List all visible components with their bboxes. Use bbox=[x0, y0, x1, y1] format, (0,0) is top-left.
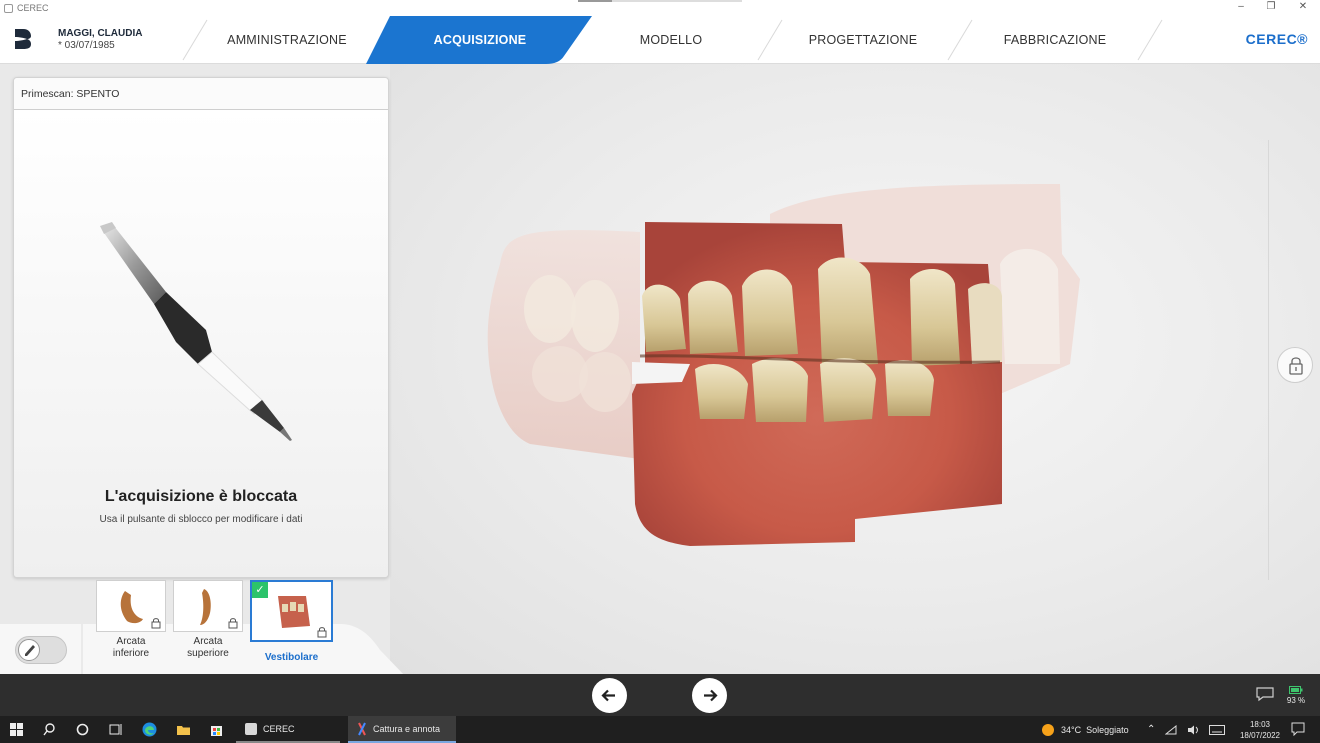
cortana-icon[interactable] bbox=[74, 721, 91, 738]
weather-widget[interactable]: 34°C Soleggiato bbox=[1040, 716, 1129, 743]
tab-fabbricazione[interactable]: FABBRICAZIONE bbox=[975, 16, 1135, 64]
drag-handle[interactable] bbox=[578, 0, 612, 2]
keyboard-icon[interactable] bbox=[1209, 724, 1226, 735]
catalog-item-vestibolare[interactable]: ✓ bbox=[250, 580, 333, 642]
step-separator bbox=[1137, 19, 1163, 61]
patient-dob: * 03/07/1985 bbox=[58, 40, 115, 51]
dentsply-logo-icon bbox=[15, 29, 31, 49]
cerec-brand: CEREC® bbox=[1245, 31, 1308, 47]
catalog-label-arcata-superiore: Arcata superiore bbox=[187, 636, 229, 659]
taskbar-app-cerec[interactable]: CEREC bbox=[236, 716, 340, 743]
system-tray: ⌃ bbox=[1147, 716, 1226, 743]
scanner-panel-body: L'acquisizione è bloccata Usa il pulsant… bbox=[14, 110, 388, 577]
bottom-navigation-bar bbox=[0, 674, 1320, 716]
network-icon[interactable] bbox=[1165, 724, 1177, 735]
sun-icon bbox=[1042, 723, 1054, 736]
check-icon: ✓ bbox=[252, 582, 268, 598]
lock-icon bbox=[1289, 357, 1303, 375]
catalog-item-arcata-inferiore[interactable] bbox=[96, 580, 166, 632]
scanner-icon bbox=[25, 645, 35, 656]
catalog-label-arcata-inferiore: Arcata inferiore bbox=[112, 636, 150, 659]
taskbar-app-cattura[interactable]: Cattura e annota bbox=[348, 716, 456, 743]
previous-button[interactable] bbox=[592, 678, 627, 713]
battery-icon bbox=[1289, 686, 1303, 694]
weather-temp: 34°C bbox=[1061, 724, 1082, 735]
arrow-left-icon bbox=[601, 689, 615, 702]
toggle-knob bbox=[18, 639, 40, 661]
step-separator bbox=[947, 19, 973, 61]
battery-indicator: 93 % bbox=[1285, 686, 1307, 705]
next-button[interactable] bbox=[692, 678, 727, 713]
taskbar-clock[interactable]: 18:03 18/07/2022 bbox=[1240, 719, 1280, 741]
weather-text: Soleggiato bbox=[1086, 724, 1129, 735]
clock-time: 18:03 bbox=[1249, 720, 1270, 729]
app-icon bbox=[4, 3, 13, 13]
task-view-icon[interactable] bbox=[107, 721, 124, 738]
scan-viewport[interactable] bbox=[390, 64, 1320, 674]
taskbar-app-label: Cattura e annota bbox=[373, 723, 441, 734]
lock-icon bbox=[228, 618, 238, 629]
clock-date: 18/07/2022 bbox=[1239, 731, 1280, 740]
tab-amministrazione[interactable]: AMMINISTRAZIONE bbox=[207, 16, 367, 64]
window-title: CEREC bbox=[17, 3, 49, 13]
arrow-right-icon bbox=[704, 689, 718, 702]
restore-button[interactable]: ❐ bbox=[1256, 0, 1286, 16]
close-button[interactable]: ✕ bbox=[1288, 0, 1318, 16]
scanner-mode-toggle[interactable] bbox=[15, 636, 67, 664]
scanner-status: Primescan: SPENTO bbox=[14, 78, 388, 110]
lock-icon bbox=[151, 618, 161, 629]
patient-info[interactable]: MAGGI, CLAUDIA * 03/07/1985 bbox=[58, 28, 142, 51]
store-icon[interactable] bbox=[208, 721, 225, 738]
patient-name: MAGGI, CLAUDIA bbox=[58, 28, 143, 39]
edge-browser-icon[interactable] bbox=[141, 721, 158, 738]
chevron-up-icon[interactable]: ⌃ bbox=[1147, 724, 1155, 735]
intraoral-scanner-illustration bbox=[100, 222, 292, 441]
comment-icon[interactable] bbox=[1255, 686, 1275, 702]
catalog-item-arcata-superiore[interactable] bbox=[173, 580, 243, 632]
acquisition-locked-subtitle: Usa il pulsante di sblocco per modificar… bbox=[99, 514, 303, 525]
windows-start-icon[interactable] bbox=[8, 721, 25, 738]
catalog-label-vestibolare: Vestibolare bbox=[264, 652, 319, 663]
scanner-panel: Primescan: SPENTO L'acquisizione è blocc… bbox=[13, 77, 389, 578]
search-icon[interactable] bbox=[41, 721, 58, 738]
workflow-header: MAGGI, CLAUDIA * 03/07/1985 AMMINISTRAZI… bbox=[0, 16, 1320, 64]
viewport-divider bbox=[1268, 140, 1269, 580]
acquisition-locked-title: L'acquisizione è bloccata bbox=[104, 488, 298, 505]
volume-icon[interactable] bbox=[1187, 725, 1199, 735]
taskbar-app-label: CEREC bbox=[263, 723, 295, 734]
dental-scan-model[interactable] bbox=[390, 64, 1320, 674]
notification-icon[interactable] bbox=[1291, 722, 1305, 736]
lock-icon bbox=[317, 627, 327, 638]
minimize-button[interactable]: – bbox=[1226, 0, 1256, 16]
tab-progettazione[interactable]: PROGETTAZIONE bbox=[783, 16, 943, 64]
cerec-app-icon bbox=[245, 722, 257, 735]
snip-tool-icon bbox=[358, 722, 366, 735]
windows-taskbar: CEREC Cattura e annota 34°C Soleggiato ⌃… bbox=[0, 716, 1320, 743]
file-explorer-icon[interactable] bbox=[175, 721, 192, 738]
window-titlebar: CEREC – ❐ ✕ bbox=[0, 0, 1320, 16]
drag-handle-track bbox=[612, 0, 742, 2]
battery-percent: 93 % bbox=[1286, 696, 1306, 705]
unlock-button[interactable] bbox=[1277, 347, 1313, 383]
tab-acquisizione[interactable]: ACQUISIZIONE bbox=[400, 16, 560, 64]
window-app-title: CEREC bbox=[4, 3, 49, 13]
tab-modello[interactable]: MODELLO bbox=[591, 16, 751, 64]
